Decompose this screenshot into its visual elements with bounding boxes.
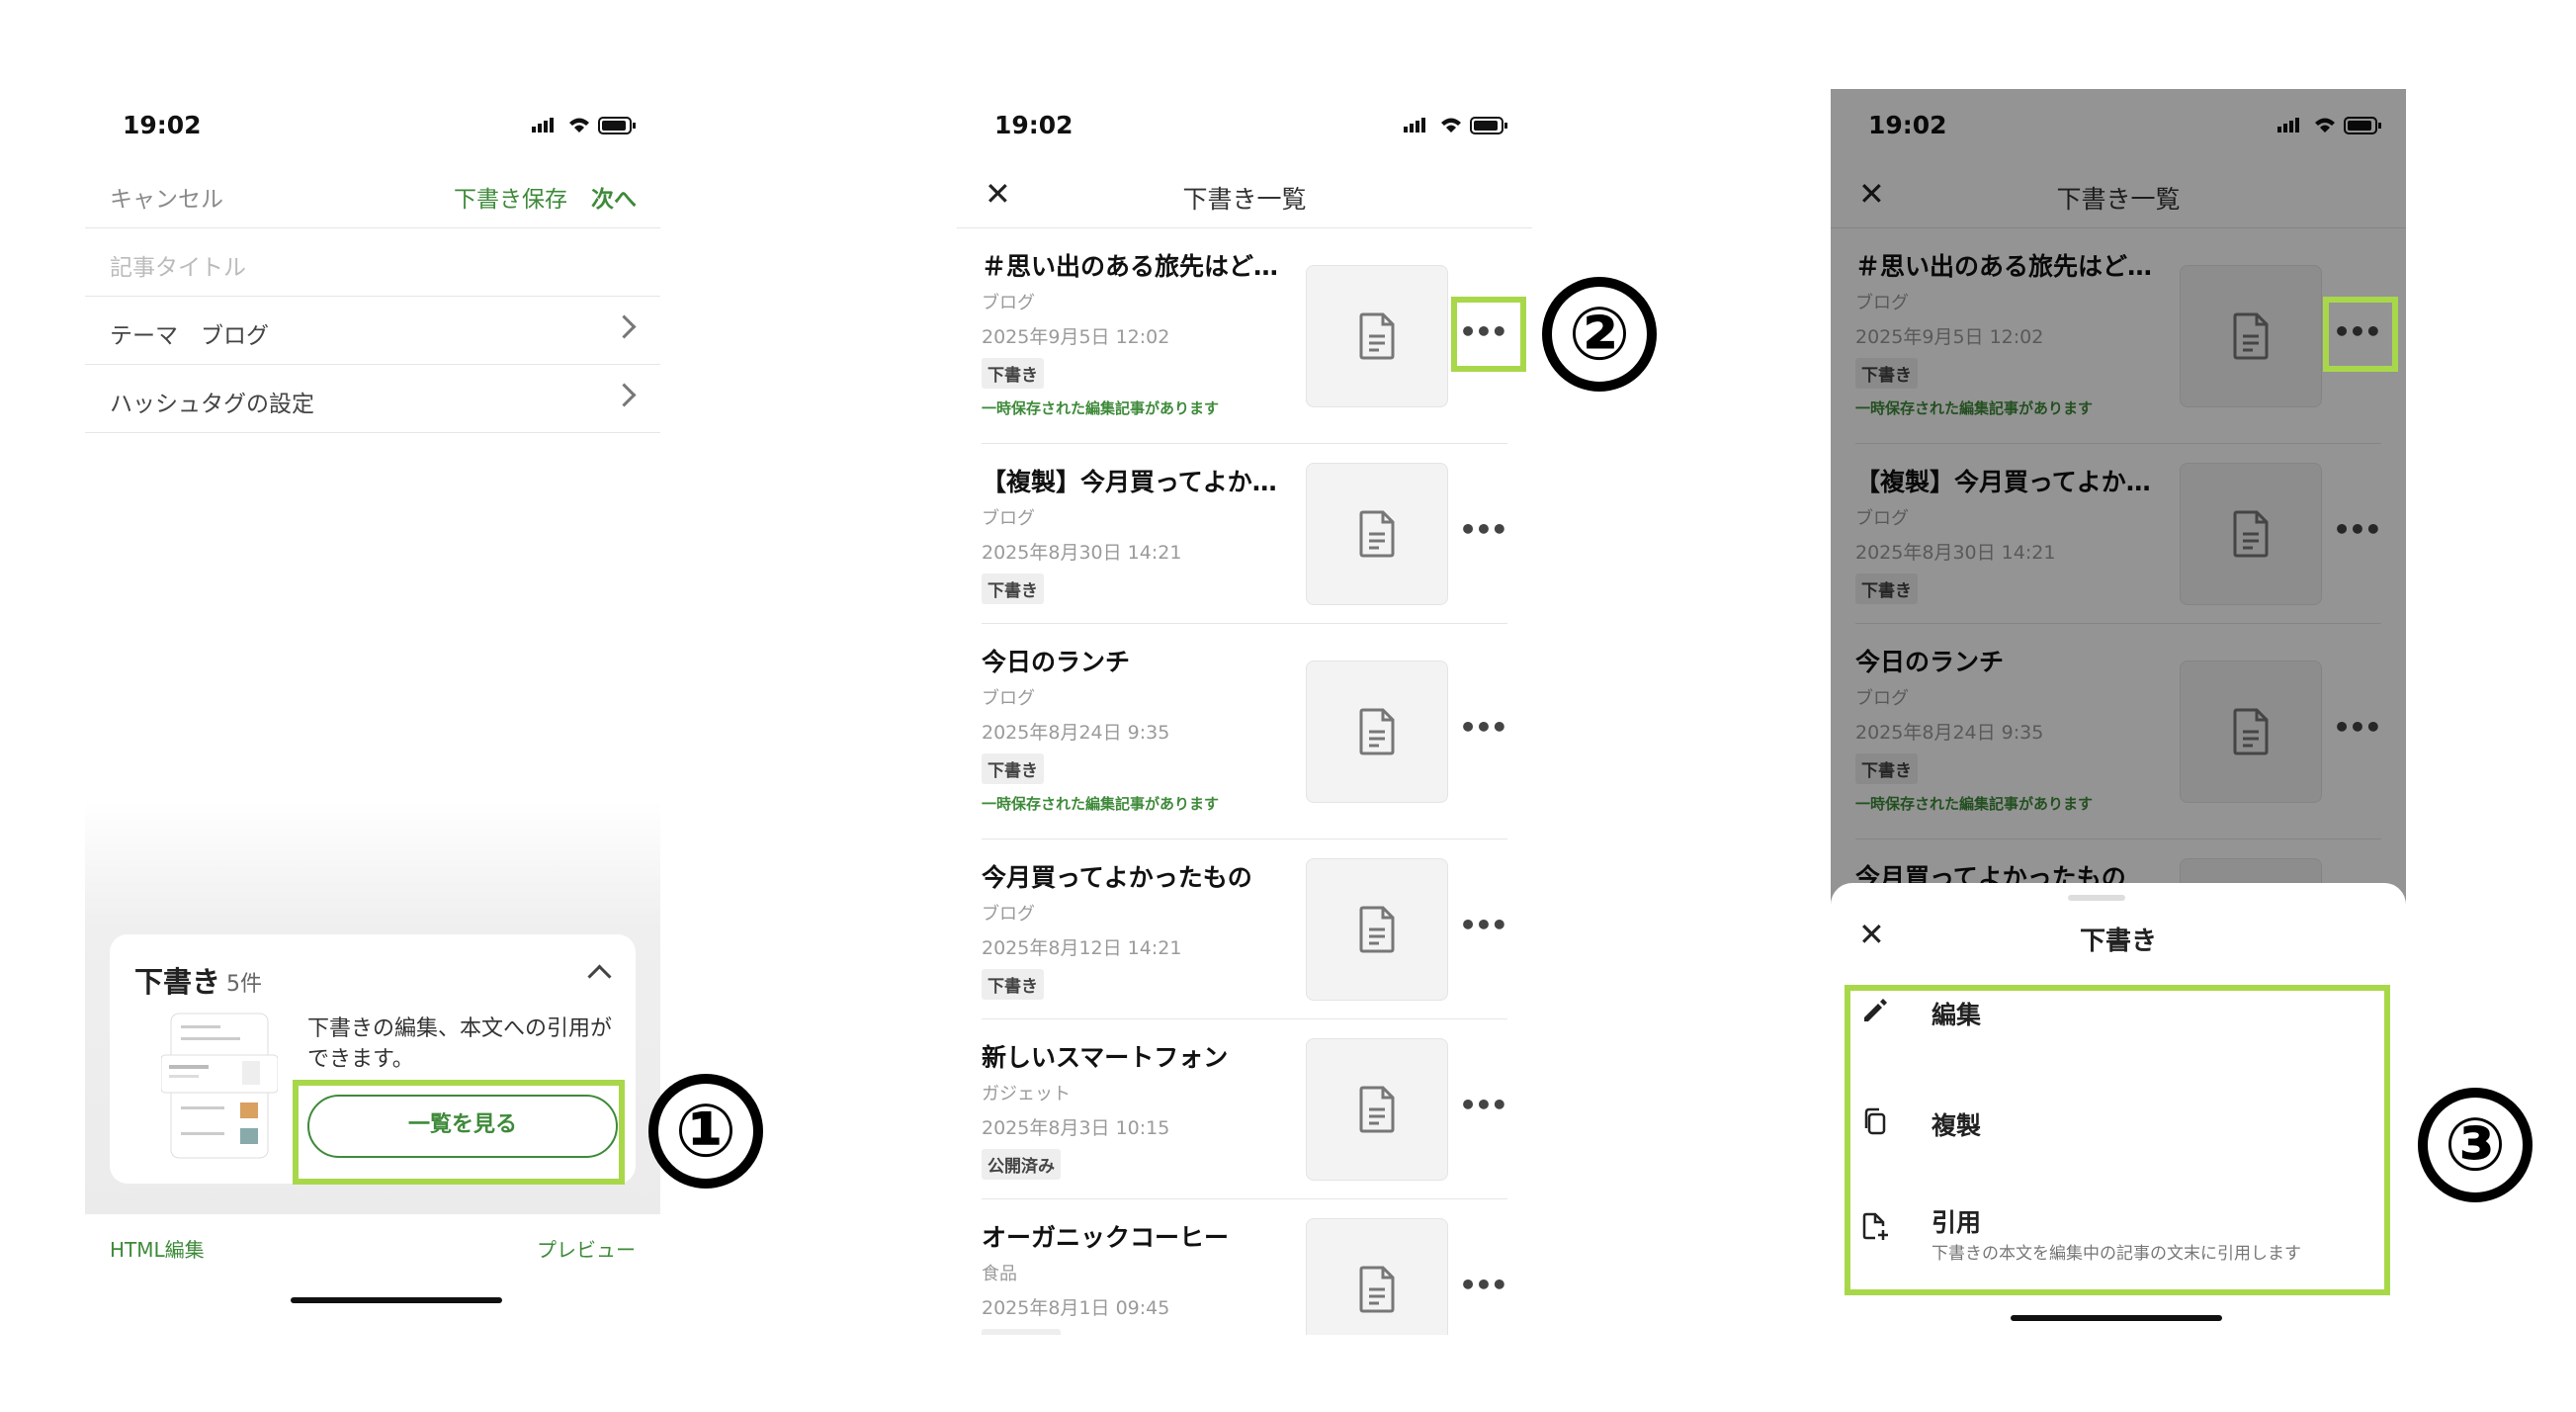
home-indicator [291,1297,502,1303]
draft-date: 2025年8月1日 09:45 [982,1297,1170,1319]
draft-date: 2025年9月5日 12:02 [982,326,1170,348]
home-indicator [2011,1315,2222,1321]
draft-date: 2025年8月3日 10:15 [982,1117,1170,1139]
next-button[interactable]: 次へ [591,180,637,214]
draft-thumbnail [1306,463,1448,605]
hashtag-row[interactable]: ハッシュタグの設定 [85,365,660,433]
draft-thumbnail [1306,858,1448,1001]
draft-list-item[interactable]: 新しいスマートフォンガジェット 2025年8月3日 10:15 公開済み ••• [982,1018,1508,1199]
preview-link[interactable]: プレビュー [537,1234,636,1263]
draft-list-screen: 19:02 ✕ 下書き一覧 ＃思い出のある旅先はど… ブログ 2025年9月5日 1… [957,89,1532,1335]
sheet-title: 下書き [2079,927,2157,956]
status-badge: 下書き [982,753,1044,784]
highlight-view-list [293,1080,625,1185]
article-title-field[interactable]: 記事タイトル [85,228,660,297]
draft-title: ＃思い出のある旅先はど… [982,252,1278,281]
status-badge: 公開済み [982,1149,1061,1180]
status-time: 19:02 [123,111,202,139]
callout-2: ② [1542,277,1657,392]
draft-thumbnail [1306,1038,1448,1181]
status-time: 19:02 [994,111,1073,139]
draft-thumbnail [1306,661,1448,803]
draft-list-item[interactable]: 今月買ってよかったものブログ 2025年8月12日 14:21 下書き ••• [982,838,1508,1019]
more-options-icon[interactable]: ••• [1458,513,1508,546]
hashtag-label: ハッシュタグの設定 [110,392,314,417]
callout-3: ③ [2418,1088,2533,1202]
temp-save-note: 一時保存された編集記事があります [982,399,1220,417]
draft-title: 新しいスマートフォン [982,1043,1229,1072]
draft-list-item[interactable]: オーガニックコーヒー食品 2025年8月1日 09:45 公開済み ••• [982,1198,1508,1335]
draft-date: 2025年8月12日 14:21 [982,937,1182,959]
temp-save-note: 一時保存された編集記事があります [982,795,1220,813]
drafts-count: 5件 [226,972,262,997]
highlight-more-button [2323,297,2398,372]
more-options-icon[interactable]: ••• [1458,1089,1508,1121]
status-badge: 公開済み [982,1329,1061,1335]
save-draft-button[interactable]: 下書き保存 [454,180,567,214]
draft-title: オーガニックコーヒー [982,1223,1230,1252]
status-badge: 下書き [982,969,1044,1000]
status-icons [532,117,636,134]
more-options-icon[interactable]: ••• [1458,711,1508,744]
chevron-up-icon[interactable] [587,964,612,989]
draft-list-item[interactable]: ＃思い出のある旅先はど… ブログ 2025年9月5日 12:02 下書き一時保存された… [982,227,1508,444]
drafts-preview-thumbnail [161,1013,278,1159]
callout-1: ① [648,1074,763,1189]
editor-header: キャンセル 下書き保存 次へ [85,160,660,228]
status-badge: 下書き [982,358,1044,389]
status-badge: 下書き [982,574,1044,604]
draft-category: ガジェット [982,1084,1071,1104]
draft-list-item[interactable]: 【複製】今月買ってよか… ブログ 2025年8月30日 14:21 下書き ••• [982,443,1508,624]
draft-date: 2025年8月30日 14:21 [982,542,1182,564]
draft-category: ブログ [982,904,1035,925]
draft-category: 食品 [982,1264,1017,1284]
status-icons [1404,117,1507,134]
article-title-placeholder: 記事タイトル [110,255,246,281]
draft-list-item[interactable]: 今日のランチブログ 2025年8月24日 9:35 下書き一時保存された編集記事があ… [982,623,1508,839]
list-header: ✕ 下書き一覧 [957,160,1532,228]
draft-category: ブログ [982,508,1035,529]
draft-thumbnail [1306,1218,1448,1335]
theme-row[interactable]: テーマ ブログ [85,297,660,365]
status-bar: 19:02 [957,89,1532,160]
sheet-grabber[interactable] [2068,895,2125,901]
chevron-right-icon [612,383,637,407]
draft-title: 【複製】今月買ってよか… [982,468,1277,496]
editor-footer: HTML編集 プレビュー [85,1214,660,1274]
list-title: 下書き一覧 [1182,185,1307,214]
draft-date: 2025年8月24日 9:35 [982,722,1170,744]
theme-label: テーマ ブログ [110,323,269,349]
status-bar: 19:02 [85,89,660,160]
highlight-action-list [1845,985,2390,1295]
draft-category: ブログ [982,688,1035,709]
draft-thumbnail [1306,265,1448,407]
draft-title: 今月買ってよかったもの [982,863,1252,892]
more-options-icon[interactable]: ••• [1458,1269,1508,1301]
drafts-description: 下書きの編集、本文への引用ができます。 [307,1016,613,1072]
drafts-title: 下書き [134,965,221,999]
cancel-button[interactable]: キャンセル [110,180,223,214]
chevron-right-icon [612,314,637,339]
html-edit-link[interactable]: HTML編集 [110,1234,205,1263]
highlight-more-button [1451,297,1526,372]
more-options-icon[interactable]: ••• [1458,909,1508,941]
draft-category: ブログ [982,293,1035,313]
draft-title: 今日のランチ [982,648,1131,676]
